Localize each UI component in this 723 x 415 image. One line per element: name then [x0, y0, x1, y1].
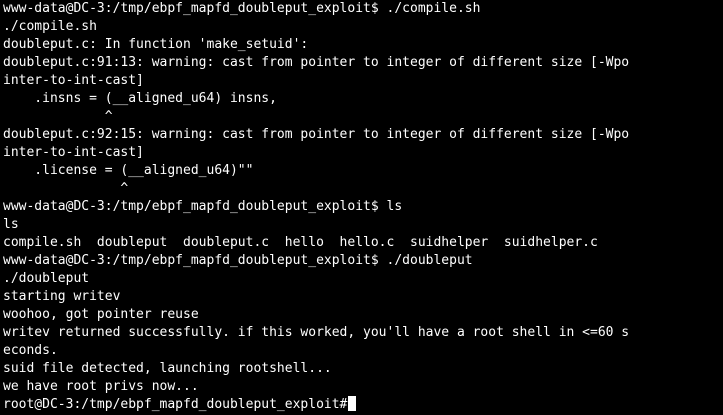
terminal-line: www-data@DC-3:/tmp/ebpf_mapfd_doubleput_… [3, 199, 403, 214]
terminal-line: writev returned successfully. if this wo… [3, 325, 630, 340]
terminal-line: www-data@DC-3:/tmp/ebpf_mapfd_doubleput_… [3, 253, 473, 268]
terminal-line: inter-to-int-cast] [3, 73, 144, 88]
terminal-line: doubleput.c: In function 'make_setuid': [3, 37, 309, 52]
terminal-line: we have root privs now... [3, 379, 199, 394]
terminal-line: compile.sh doubleput doubleput.c hello h… [3, 235, 598, 250]
terminal-line: ./doubleput [3, 271, 90, 286]
terminal-line: www-data@DC-3:/tmp/ebpf_mapfd_doubleput_… [3, 1, 481, 16]
terminal-line: ls [3, 217, 19, 232]
terminal-line: starting writev [3, 289, 121, 304]
terminal-line: econds. [3, 343, 58, 358]
terminal-line: ^ [3, 109, 113, 124]
terminal-line: inter-to-int-cast] [3, 145, 144, 160]
terminal-line: .license = (__aligned_u64)"" [3, 163, 254, 178]
terminal-line: doubleput.c:91:13: warning: cast from po… [3, 55, 630, 70]
prompt-line[interactable]: root@DC-3:/tmp/ebpf_mapfd_doubleput_expl… [3, 396, 723, 414]
terminal-line: suid file detected, launching rootshell.… [3, 361, 332, 376]
terminal-line: ./compile.sh [3, 19, 97, 34]
terminal-line: .insns = (__aligned_u64) insns, [3, 91, 277, 106]
terminal-line: ^ [3, 181, 129, 196]
terminal-line: doubleput.c:92:15: warning: cast from po… [3, 127, 630, 142]
terminal-window[interactable]: www-data@DC-3:/tmp/ebpf_mapfd_doubleput_… [0, 0, 723, 415]
text-cursor [348, 396, 357, 411]
shell-prompt: root@DC-3:/tmp/ebpf_mapfd_doubleput_expl… [3, 397, 348, 412]
terminal-line: woohoo, got pointer reuse [3, 307, 199, 322]
